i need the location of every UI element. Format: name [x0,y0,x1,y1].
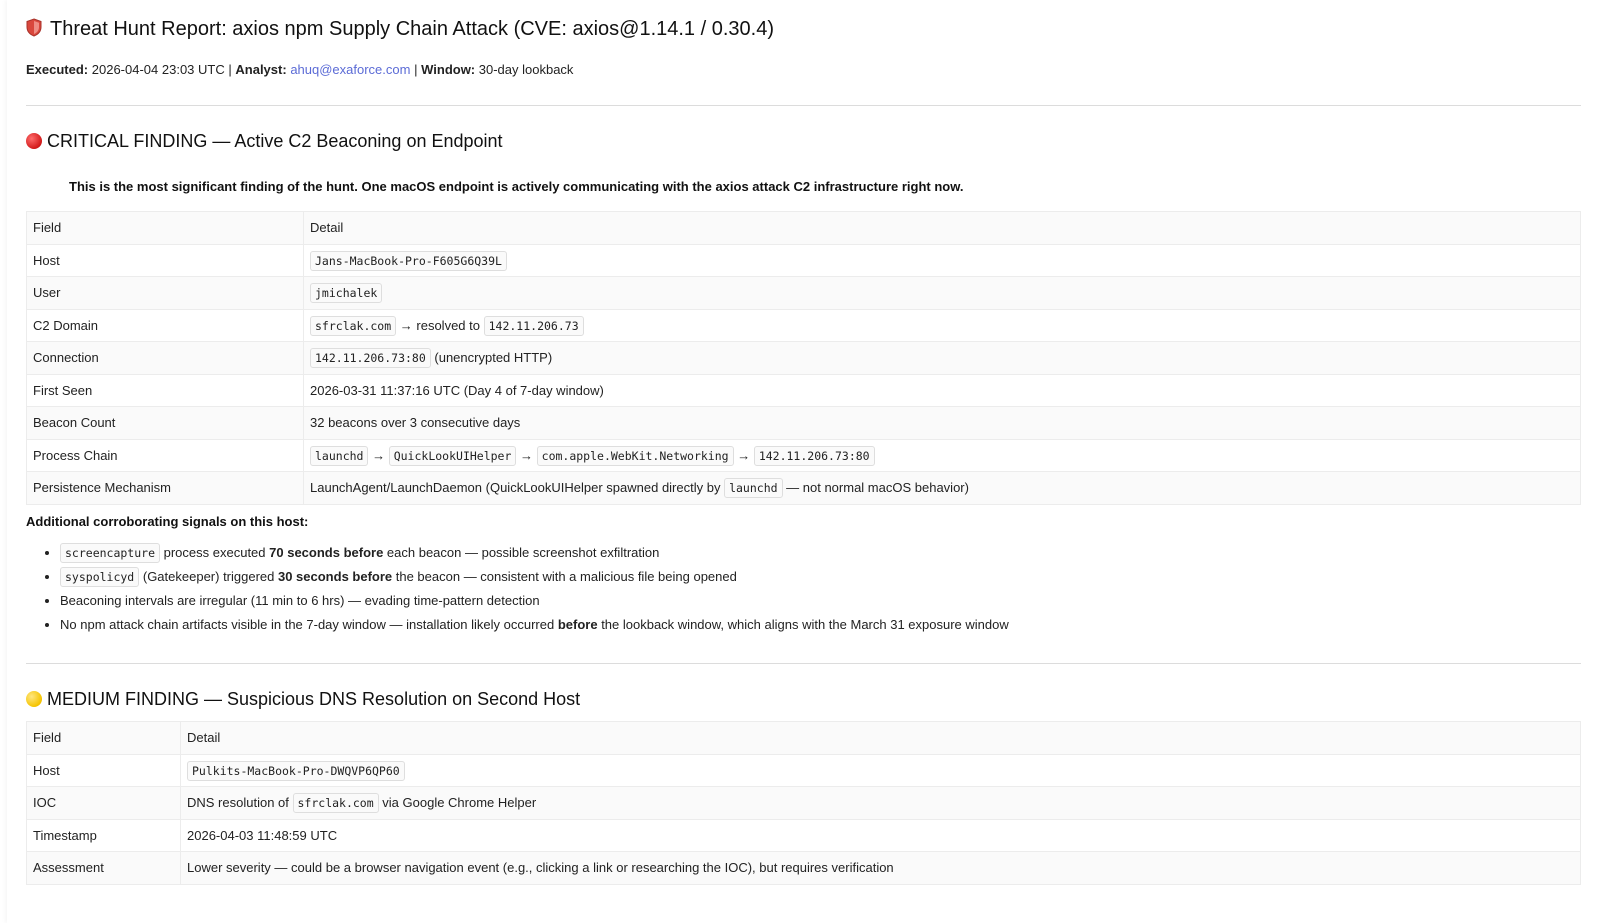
arrow: → [733,447,754,463]
signals-list: screencapture process executed 70 second… [26,541,1009,637]
row-label: User [26,276,304,310]
table-row: First Seen 2026-03-31 11:37:16 UTC (Day … [26,373,1581,407]
signal-text: process executed [160,545,270,560]
ioc-text-end: via Google Chrome Helper [378,795,537,811]
row-label: Assessment [26,851,181,885]
critical-summary: This is the most significant finding of … [69,179,964,194]
first-seen-value: 2026-03-31 11:37:16 UTC (Day 4 of 7-day … [303,373,1581,407]
table-row: Persistence Mechanism LaunchAgent/Launch… [26,471,1581,505]
signal-text: (Gatekeeper) triggered [139,569,278,584]
table-row: Beacon Count 32 beacons over 3 consecuti… [26,406,1581,440]
list-item: No npm attack chain artifacts visible in… [60,613,1009,637]
analyst-email-link[interactable]: ahuq@exaforce.com [290,62,410,77]
row-label: IOC [26,786,181,820]
analyst-label: Analyst: [235,62,287,77]
chain-step: 142.11.206.73:80 [753,445,875,466]
list-item: screencapture process executed 70 second… [60,541,1009,565]
table-row: Host Pulkits-MacBook-Pro-DWQVP6QP60 [26,753,1581,787]
chain-step: com.apple.WebKit.Networking [536,445,734,466]
red-circle-icon [26,133,42,149]
table-row: IOC DNS resolution of sfrclak.com via Go… [26,786,1581,820]
table-row: User jmichalek [26,276,1581,310]
table-row: Assessment Lower severity — could be a b… [26,851,1581,885]
beacon-count-value: 32 beacons over 3 consecutive days [303,406,1581,440]
yellow-circle-icon [26,691,42,707]
report-meta: Executed: 2026-04-04 23:03 UTC | Analyst… [26,62,573,77]
header-detail: Detail [180,721,1581,755]
signal-bold: 70 seconds before [269,545,384,560]
medium-heading: MEDIUM FINDING — Suspicious DNS Resoluti… [26,689,580,710]
arrow: → [516,447,537,463]
header-detail: Detail [303,211,1581,245]
row-label: Persistence Mechanism [26,471,304,505]
c2-resolved-text: → resolved to [396,317,484,333]
signals-title: Additional corroborating signals on this… [26,514,309,529]
signal-text: the beacon — consistent with a malicious… [392,569,737,584]
report-page: Threat Hunt Report: axios npm Supply Cha… [7,0,1600,923]
table-header-row: Field Detail [26,211,1581,245]
c2-ip: 142.11.206.73 [483,315,584,336]
critical-heading: CRITICAL FINDING — Active C2 Beaconing o… [26,131,503,152]
critical-heading-text: CRITICAL FINDING — Active C2 Beaconing o… [47,131,503,151]
row-label: Host [26,753,181,787]
host-value: Pulkits-MacBook-Pro-DWQVP6QP60 [187,760,405,781]
executed-label: Executed: [26,62,89,77]
critical-table: Field Detail Host Jans-MacBook-Pro-F605G… [26,211,1581,505]
meta-separator: | [228,62,232,77]
signal-code: screencapture [60,543,161,563]
chain-step: QuickLookUIHelper [388,445,517,466]
medium-heading-text: MEDIUM FINDING — Suspicious DNS Resoluti… [47,689,581,709]
meta-separator: | [414,62,418,77]
header-field: Field [26,721,181,755]
table-row: C2 Domain sfrclak.com → resolved to 142.… [26,308,1581,342]
divider [26,663,1581,664]
signal-bold: before [557,617,598,632]
ioc-text: DNS resolution of [187,795,293,811]
divider [26,105,1581,106]
row-label: First Seen [26,373,304,407]
row-label: Connection [26,341,304,375]
connection-note: (unencrypted HTTP) [430,350,553,366]
signal-bold: 30 seconds before [277,569,393,584]
table-row: Process Chain launchd → QuickLookUIHelpe… [26,438,1581,472]
executed-value: 2026-04-04 23:03 UTC [91,62,225,77]
chain-step: launchd [310,445,369,466]
c2-domain: sfrclak.com [310,315,397,336]
arrow: → [368,447,389,463]
table-row: Timestamp 2026-04-03 11:48:59 UTC [26,818,1581,852]
table-row: Connection 142.11.206.73:80 (unencrypted… [26,341,1581,375]
signal-text: the lookback window, which aligns with t… [597,617,1009,632]
persistence-text: LaunchAgent/LaunchDaemon (QuickLookUIHel… [310,480,725,496]
list-item: syspolicyd (Gatekeeper) triggered 30 sec… [60,565,1009,589]
window-label: Window: [421,62,476,77]
connection-value: 142.11.206.73:80 [310,348,431,369]
page-title: Threat Hunt Report: axios npm Supply Cha… [26,18,774,43]
row-label: Process Chain [26,438,304,472]
page-title-text: Threat Hunt Report: axios npm Supply Cha… [50,18,774,40]
persistence-text-end: — not normal macOS behavior) [782,480,969,496]
table-row: Host Jans-MacBook-Pro-F605G6Q39L [26,243,1581,277]
window-value: 30-day lookback [478,62,574,77]
assessment-value: Lower severity — could be a browser navi… [180,851,1581,885]
table-header-row: Field Detail [26,721,1581,755]
row-label: C2 Domain [26,308,304,342]
timestamp-value: 2026-04-03 11:48:59 UTC [180,818,1581,852]
host-value: Jans-MacBook-Pro-F605G6Q39L [310,250,507,271]
row-label: Beacon Count [26,406,304,440]
user-value: jmichalek [310,283,383,304]
row-label: Host [26,243,304,277]
header-field: Field [26,211,304,245]
shield-icon [26,18,42,43]
signal-code: syspolicyd [60,567,140,587]
ioc-code: sfrclak.com [292,793,379,814]
list-item: Beaconing intervals are irregular (11 mi… [60,589,1009,613]
signal-text: No npm attack chain artifacts visible in… [60,617,558,632]
persistence-code: launchd [724,478,783,499]
signal-text: each beacon — possible screenshot exfilt… [383,545,660,560]
medium-table: Field Detail Host Pulkits-MacBook-Pro-DW… [26,721,1581,885]
row-label: Timestamp [26,818,181,852]
